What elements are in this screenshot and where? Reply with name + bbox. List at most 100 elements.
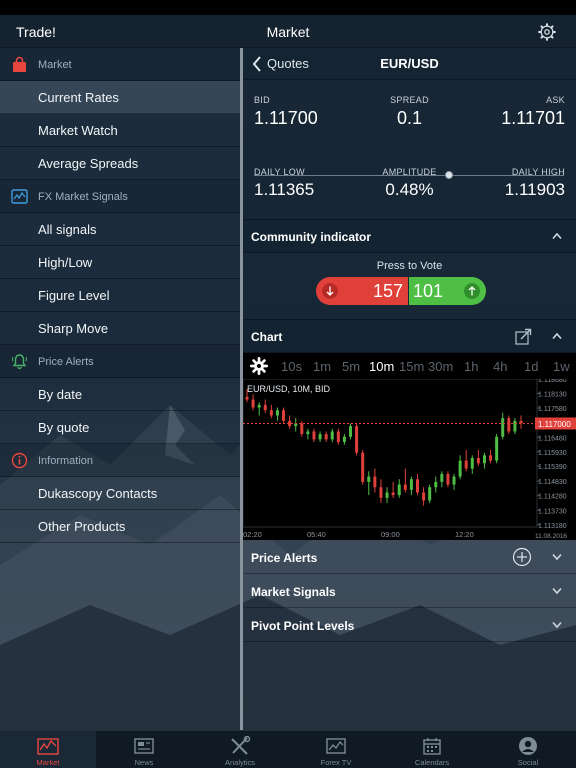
arrow-up-icon — [464, 283, 480, 299]
timeframe-1m[interactable]: 1m — [313, 359, 331, 374]
timeframe-10s[interactable]: 10s — [281, 359, 302, 374]
sidebar-item-by-date[interactable]: By date — [0, 378, 240, 411]
vote-prompt: Press to Vote — [376, 260, 443, 272]
sidebar-item-average-spreads[interactable]: Average Spreads — [0, 147, 240, 180]
y-tick-label: 1.116480 — [538, 435, 567, 442]
candle-body — [458, 460, 462, 477]
tab-label: News — [134, 758, 154, 767]
add-alert-plus-icon[interactable] — [512, 547, 532, 567]
timeframe-30m[interactable]: 30m — [428, 359, 453, 374]
sidebar-item-dukascopy-contacts[interactable]: Dukascopy Contacts — [0, 477, 240, 510]
sidebar-item-label: By date — [38, 387, 83, 402]
sidebar-item-sharp-move[interactable]: Sharp Move — [0, 312, 240, 345]
sidebar-item-label: Figure Level — [38, 288, 110, 303]
candle-body — [391, 492, 395, 496]
tab-label: Forex TV — [320, 758, 352, 767]
chevron-down-icon[interactable] — [552, 587, 562, 595]
timeframe-1w[interactable]: 1w — [553, 359, 570, 374]
candlestick-chart[interactable]: 1.1186801.1181301.1175801.1170301.116480… — [243, 379, 576, 540]
panel-divider[interactable] — [240, 48, 243, 730]
market-chart-icon — [37, 738, 59, 755]
chart-settings-gear-icon[interactable] — [250, 357, 268, 375]
candle-body — [507, 418, 511, 432]
community-indicator-header[interactable]: Community indicator — [243, 220, 576, 253]
timeframe-10m[interactable]: 10m — [369, 359, 394, 374]
tab-market[interactable]: Market — [0, 731, 96, 768]
expand-icon[interactable] — [515, 328, 532, 345]
x-tick-label: 12:20 — [455, 530, 474, 539]
candle-body — [361, 452, 365, 482]
candle-body — [282, 410, 286, 421]
candle-body — [415, 479, 419, 493]
chart-header[interactable]: Chart — [243, 320, 576, 353]
chart-title: EUR/USD, 10M, BID — [247, 384, 331, 394]
sidebar-item-market-watch[interactable]: Market Watch — [0, 114, 240, 147]
timeframe-15m[interactable]: 15m — [399, 359, 424, 374]
chevron-down-icon[interactable] — [552, 621, 562, 629]
x-tick-label: 09:00 — [381, 530, 400, 539]
sidebar-item-all-signals[interactable]: All signals — [0, 213, 240, 246]
candle-body — [306, 431, 310, 435]
bottom-tab-bar: Market News Analytics Forex TV Calendars… — [0, 730, 576, 768]
candle-body — [489, 455, 493, 461]
arrow-down-icon — [322, 283, 338, 299]
sidebar-item-by-quote[interactable]: By quote — [0, 411, 240, 444]
current-price-label: 1.117000 — [538, 420, 571, 429]
tv-chart-icon — [326, 738, 346, 754]
y-tick-label: 1.115390 — [538, 464, 567, 471]
tab-label: Analytics — [224, 758, 255, 767]
sidebar-item-label: Dukascopy Contacts — [38, 486, 158, 501]
price-summary: BID 1.11700 SPREAD 0.1 ASK 1.11701 DAILY… — [243, 80, 576, 220]
candle-body — [275, 410, 279, 416]
chevron-down-icon[interactable] — [552, 553, 562, 561]
accordion-price-alerts[interactable]: Price Alerts — [243, 540, 576, 574]
timeframe-5m[interactable]: 5m — [342, 359, 360, 374]
chart-plot-frame — [243, 379, 538, 528]
sidebar-item-label: All signals — [38, 222, 97, 237]
chevron-up-icon[interactable] — [552, 332, 562, 340]
tools-icon — [231, 736, 251, 755]
vote-up-button[interactable]: 101 — [409, 277, 486, 305]
spread-label: SPREAD — [390, 95, 429, 105]
tab-forex-tv[interactable]: Forex TV — [288, 731, 384, 768]
tab-social[interactable]: Social — [480, 731, 576, 768]
sidebar-item-label: Current Rates — [38, 90, 119, 105]
vote-down-button[interactable]: 157 — [316, 277, 408, 305]
timeframe-1h[interactable]: 1h — [464, 359, 478, 374]
sidebar-item-current-rates[interactable]: Current Rates — [0, 81, 240, 114]
tab-label: Market — [36, 758, 60, 767]
tab-calendars[interactable]: Calendars — [384, 731, 480, 768]
candle-body — [269, 410, 273, 416]
settings-gear-icon[interactable] — [538, 23, 556, 41]
accordion-market-signals[interactable]: Market Signals — [243, 574, 576, 608]
sidebar-section-label: Price Alerts — [38, 356, 94, 368]
chevron-up-icon[interactable] — [552, 232, 562, 240]
sidebar-section-label: FX Market Signals — [38, 191, 128, 203]
timeframe-1d[interactable]: 1d — [524, 359, 538, 374]
sidebar-item-label: Market Watch — [38, 123, 118, 138]
chart-date-label: 11.08.2016 — [535, 533, 567, 540]
ask-label: ASK — [546, 95, 565, 105]
candle-body — [440, 473, 444, 482]
price-chart[interactable]: 1.1186801.1181301.1175801.1170301.116480… — [243, 379, 576, 540]
sidebar-item-label: Sharp Move — [38, 321, 109, 336]
y-tick-label: 1.113180 — [538, 523, 567, 530]
accordion-pivot-point-levels[interactable]: Pivot Point Levels — [243, 608, 576, 642]
sidebar-section-label: Information — [38, 455, 94, 467]
candle-body — [482, 455, 486, 464]
daily-high-label: DAILY HIGH — [511, 167, 565, 177]
bell-icon — [12, 354, 27, 370]
tab-news[interactable]: News — [96, 731, 192, 768]
sidebar-item-figure-level[interactable]: Figure Level — [0, 279, 240, 312]
community-indicator-title: Community indicator — [251, 230, 372, 244]
candle-body — [349, 426, 353, 437]
timeframe-4h[interactable]: 4h — [493, 359, 507, 374]
sidebar-section-label: Market — [38, 59, 72, 71]
sidebar-item-high-low[interactable]: High/Low — [0, 246, 240, 279]
y-tick-label: 1.113730 — [538, 508, 567, 515]
sidebar: Market Current Rates Market Watch Averag… — [0, 48, 240, 730]
sidebar-item-other-products[interactable]: Other Products — [0, 510, 240, 543]
ask-value: 1.11701 — [501, 108, 565, 128]
x-tick-label: 02:20 — [243, 530, 262, 539]
tab-analytics[interactable]: Analytics — [192, 731, 288, 768]
